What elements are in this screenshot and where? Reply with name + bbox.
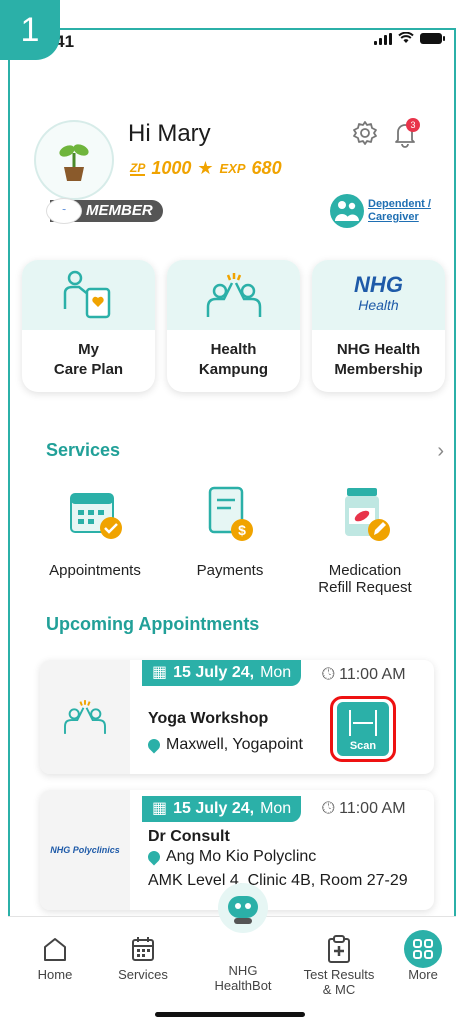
appointment-day: Mon bbox=[260, 800, 292, 817]
nav-label: & MC bbox=[322, 982, 356, 997]
medication-refill-icon bbox=[345, 488, 390, 541]
appointment-time: 🕓︎ 11:00 AM bbox=[322, 666, 406, 683]
appointment-detail: AMK Level 4, Clinic 4B, Room 27-29 bbox=[148, 872, 408, 889]
home-icon bbox=[44, 938, 66, 961]
nav-more[interactable]: More bbox=[378, 930, 460, 982]
appointment-date: 15 July 24, bbox=[173, 800, 255, 817]
step-number-badge: 1 bbox=[0, 0, 60, 60]
nav-test-results[interactable]: Test Results & MC bbox=[294, 931, 384, 997]
tile-label: Health bbox=[210, 341, 257, 358]
calendar-icon bbox=[132, 937, 154, 961]
appointment-thumbnail bbox=[40, 660, 130, 774]
caregiver-label: Caregiver bbox=[368, 211, 419, 223]
tile-label: My bbox=[78, 341, 99, 358]
appointment-date-chip: ▦ 15 July 24, Mon bbox=[142, 796, 302, 822]
tile-label: Kampung bbox=[198, 361, 269, 378]
nav-label: Test Results bbox=[303, 967, 375, 982]
membership-badge: ~ MEMBER bbox=[46, 198, 163, 224]
membership-logo-icon: ~ bbox=[46, 198, 82, 224]
dependent-caregiver-link[interactable]: Dependent / Caregiver bbox=[330, 194, 431, 228]
community-icon bbox=[206, 273, 261, 317]
dependent-label: Dependent / bbox=[368, 198, 431, 210]
membership-label: MEMBER bbox=[86, 202, 153, 219]
tile-health-kampung[interactable]: Health Kampung bbox=[167, 260, 300, 392]
settings-gear-icon[interactable] bbox=[352, 120, 378, 146]
nhg-health-logo: NHG Health bbox=[354, 272, 403, 314]
zp-label: ZP bbox=[130, 160, 146, 176]
appointment-date-chip: ▦ 15 July 24, Mon bbox=[142, 660, 302, 686]
appointment-location: Ang Mo Kio Polyclinc bbox=[145, 848, 316, 866]
exp-label: EXP bbox=[219, 161, 246, 176]
nhg-polyclinics-logo: NHG Polyclinics bbox=[50, 845, 120, 855]
appointment-time: 🕓︎ 11:00 AM bbox=[322, 800, 406, 817]
scan-label: Scan bbox=[349, 740, 377, 752]
appointment-date: 15 July 24, bbox=[173, 664, 255, 681]
points-row: ZP 1000 ★ EXP 680 bbox=[130, 158, 282, 179]
service-label: Refill Request bbox=[318, 579, 412, 596]
service-appointments[interactable]: Appointments bbox=[30, 484, 160, 596]
tile-label: NHG Health bbox=[336, 341, 421, 358]
service-label: Appointments bbox=[49, 562, 141, 579]
wifi-icon bbox=[398, 31, 414, 45]
nav-label: Home bbox=[37, 967, 73, 982]
signal-icon bbox=[374, 32, 392, 45]
greeting-text: Hi Mary bbox=[128, 120, 211, 147]
scan-highlight: Scan bbox=[330, 696, 396, 762]
exp-value: 680 bbox=[251, 158, 282, 178]
nav-label: More bbox=[408, 967, 438, 982]
nav-label: NHG bbox=[228, 963, 258, 978]
appointment-location: Maxwell, Yogapoint bbox=[145, 736, 303, 754]
calendar-icon: ▦ bbox=[152, 664, 168, 681]
notification-count-badge: 3 bbox=[406, 118, 420, 132]
care-plan-icon bbox=[63, 270, 110, 319]
upcoming-appointments-heading: Upcoming Appointments bbox=[46, 614, 260, 634]
grid-icon bbox=[404, 930, 442, 968]
calendar-icon: ▦ bbox=[152, 800, 168, 817]
appointment-thumbnail: NHG Polyclinics bbox=[40, 790, 130, 910]
nav-label: Services bbox=[118, 967, 168, 982]
appointment-title: Dr Consult bbox=[148, 828, 230, 845]
bottom-nav: Home Services NHG HealthBot Test Results… bbox=[8, 883, 456, 1021]
calendar-check-icon bbox=[70, 493, 122, 539]
home-indicator bbox=[155, 1012, 305, 1017]
tile-my-care-plan[interactable]: My Care Plan bbox=[22, 260, 155, 392]
bill-dollar-icon: $ bbox=[208, 486, 253, 541]
service-label: Payments bbox=[196, 562, 264, 579]
profile-avatar[interactable] bbox=[34, 120, 114, 200]
appointment-card-yoga[interactable]: ▦ 15 July 24, Mon 🕓︎ 11:00 AM Yoga Works… bbox=[40, 660, 434, 774]
battery-icon bbox=[420, 33, 445, 44]
appointment-day: Mon bbox=[260, 664, 292, 681]
nav-home[interactable]: Home bbox=[10, 931, 100, 982]
clock-icon: 🕓︎ bbox=[322, 666, 335, 683]
nav-services[interactable]: Services bbox=[98, 931, 188, 982]
tile-label: Membership bbox=[334, 361, 423, 378]
svg-text:$: $ bbox=[238, 522, 246, 538]
service-label: Medication bbox=[328, 562, 402, 579]
chevron-right-icon[interactable]: › bbox=[437, 440, 444, 463]
points-value: 1000 bbox=[151, 158, 192, 178]
nav-healthbot[interactable]: NHG HealthBot bbox=[198, 963, 288, 993]
services-heading: Services bbox=[46, 440, 121, 460]
notification-bell-icon[interactable]: 3 bbox=[390, 118, 420, 148]
service-medication-refill[interactable]: Medication Refill Request bbox=[300, 484, 430, 596]
tile-label: Care Plan bbox=[53, 361, 124, 378]
service-payments[interactable]: $ Payments bbox=[165, 484, 295, 596]
status-bar: 9:41 bbox=[0, 0, 460, 60]
community-icon bbox=[64, 700, 106, 734]
tile-nhg-health-membership[interactable]: NHG Health NHG Health Membership bbox=[312, 260, 445, 392]
scan-button[interactable]: Scan bbox=[337, 702, 389, 756]
location-pin-icon bbox=[145, 736, 163, 754]
clock-icon: 🕓︎ bbox=[322, 800, 335, 817]
appointment-title: Yoga Workshop bbox=[148, 710, 269, 727]
location-pin-icon bbox=[145, 848, 163, 866]
healthbot-icon[interactable] bbox=[218, 883, 268, 933]
nav-label: HealthBot bbox=[214, 978, 272, 993]
clipboard-medical-icon bbox=[328, 935, 350, 963]
family-icon bbox=[330, 194, 364, 228]
sprout-icon bbox=[59, 144, 89, 181]
star-icon: ★ bbox=[197, 158, 214, 178]
